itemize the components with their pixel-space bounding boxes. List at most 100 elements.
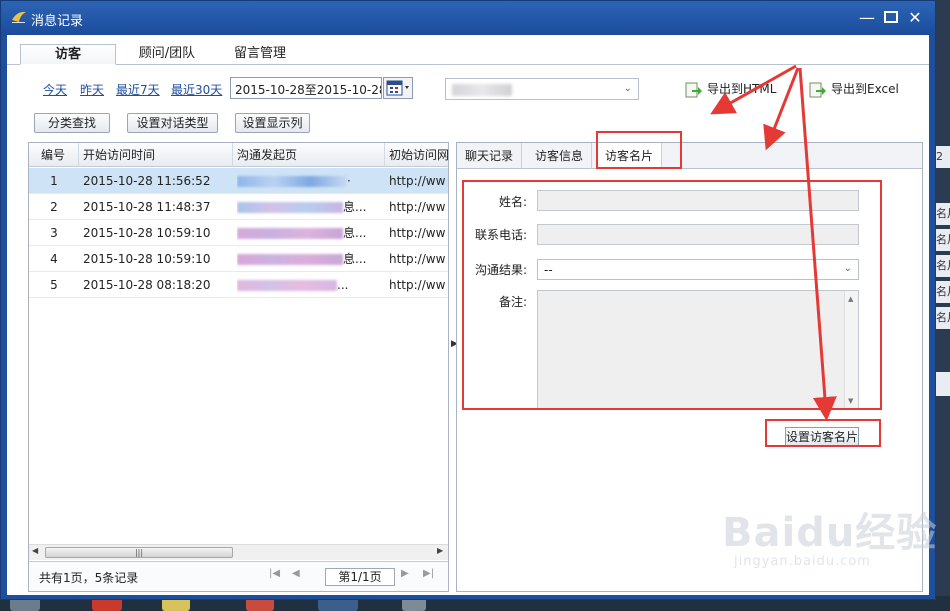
scroll-right-icon[interactable]: ▶ [437, 546, 443, 555]
cell-origin-page-tail: ... [337, 278, 349, 292]
cell-origin-page: ... [237, 272, 383, 298]
cell-origin-page: · [237, 168, 383, 194]
visitor-detail-panel: 聊天记录 访客信息 访客名片 姓名: 联系电话: 沟通结果: -- ⌄ 备注: … [456, 142, 923, 592]
vertical-scrollbar[interactable]: ▲ ▼ [844, 291, 858, 409]
tab-chat-record[interactable]: 聊天记录 [457, 143, 523, 169]
pagination-bar: 共有1页，5条记录 |◀ ◀ 第1/1页 ▶ ▶| [29, 561, 448, 591]
quick-range-yesterday[interactable]: 昨天 [80, 81, 104, 98]
export-html-label: 导出到HTML [707, 82, 777, 96]
result-select[interactable]: -- ⌄ [537, 259, 859, 280]
main-tab-strip: 访客 顾问/团队 留言管理 [7, 35, 929, 65]
cell-origin-page-tail: 息... [343, 252, 367, 266]
desktop-stub-item: 名片 [936, 307, 950, 329]
desktop-stub-item: 名片 [936, 281, 950, 303]
result-label: 沟通结果: [474, 263, 527, 277]
cell-time: 2015-10-28 10:59:10 [83, 226, 211, 240]
name-field[interactable] [537, 190, 859, 211]
close-icon[interactable]: ✕ [905, 10, 925, 28]
table-row[interactable]: 1 2015-10-28 11:56:52 · http://ww [29, 168, 448, 194]
page-indicator[interactable]: 第1/1页 [325, 568, 395, 586]
cell-no: 5 [50, 278, 58, 292]
scroll-down-icon[interactable]: ▼ [848, 397, 853, 405]
tab-visitor-info[interactable]: 访客信息 [527, 143, 593, 169]
scroll-left-icon[interactable]: ◀ [32, 546, 38, 555]
result-select-value: -- [544, 263, 553, 277]
desktop-stub-item: 名片 [936, 255, 950, 277]
cell-url: http://ww [389, 200, 446, 214]
set-visitor-card-button[interactable]: 设置访客名片 [785, 427, 859, 447]
cell-url: http://ww [389, 226, 446, 240]
quick-range-30days[interactable]: 最近30天 [171, 81, 222, 98]
column-header-origin-page[interactable]: 沟通发起页 [233, 143, 385, 167]
scroll-up-icon[interactable]: ▲ [848, 295, 853, 303]
date-range-input[interactable]: 2015-10-28至2015-10-28 [230, 77, 382, 99]
blurred-text [237, 280, 337, 291]
cell-no: 1 [50, 174, 58, 188]
record-summary: 共有1页，5条记录 [39, 571, 139, 585]
grid-header: 编号 开始访问时间 沟通发起页 初始访问网 [29, 143, 448, 167]
desktop-stub-item: 名片 [936, 203, 950, 225]
cell-time: 2015-10-28 11:56:52 [83, 174, 211, 188]
desktop-stub-field [936, 372, 950, 396]
chevron-down-icon: ⌄ [623, 83, 632, 94]
cell-no: 2 [50, 200, 58, 214]
quick-range-7days[interactable]: 最近7天 [116, 81, 160, 98]
cell-url: http://ww [389, 278, 446, 292]
next-page-icon[interactable]: ▶ [401, 568, 409, 579]
table-row[interactable]: 2 2015-10-28 11:48:37 息... http://ww [29, 194, 448, 220]
tab-message-management[interactable]: 留言管理 [225, 44, 295, 65]
window-client-area: 访客 顾问/团队 留言管理 今天 昨天 最近7天 最近30天 2015-10-2… [7, 35, 929, 595]
column-header-start-time[interactable]: 开始访问时间 [79, 143, 233, 167]
blurred-text [237, 228, 343, 239]
cell-no: 4 [50, 252, 58, 266]
blurred-text [237, 176, 347, 187]
phone-field[interactable] [537, 224, 859, 245]
cell-time: 2015-10-28 11:48:37 [83, 200, 211, 214]
export-icon [685, 81, 703, 99]
consultant-select[interactable]: ⌄ [445, 78, 639, 100]
phone-label: 联系电话: [474, 228, 527, 242]
name-label: 姓名: [498, 195, 527, 209]
app-logo-icon [12, 11, 26, 23]
cell-origin-page-tail: · [347, 174, 351, 188]
table-row[interactable]: 3 2015-10-28 10:59:10 息... http://ww [29, 220, 448, 246]
table-row[interactable]: 4 2015-10-28 10:59:10 息... http://ww [29, 246, 448, 272]
message-record-window: 消息记录 — ✕ 访客 顾问/团队 留言管理 今天 昨天 最近7天 最近30天 … [0, 0, 936, 600]
cell-origin-page: 息... [237, 220, 383, 246]
tab-consultant-team[interactable]: 顾问/团队 [125, 44, 209, 65]
minimize-icon[interactable]: — [857, 10, 877, 28]
set-dialog-type-button[interactable]: 设置对话类型 [127, 113, 218, 133]
export-excel-button[interactable]: 导出到Excel [809, 80, 899, 99]
note-label: 备注: [498, 295, 527, 309]
table-row[interactable]: 5 2015-10-28 08:18:20 ... http://ww [29, 272, 448, 298]
cell-url: http://ww [389, 252, 446, 266]
export-html-button[interactable]: 导出到HTML [685, 80, 776, 99]
prev-page-icon[interactable]: ◀ [292, 568, 300, 579]
column-header-initial-url[interactable]: 初始访问网 [385, 143, 448, 167]
set-columns-button[interactable]: 设置显示列 [235, 113, 310, 133]
column-header-no[interactable]: 编号 [29, 143, 79, 167]
blurred-text [237, 202, 343, 213]
title-bar[interactable]: 消息记录 — ✕ [1, 1, 935, 35]
blurred-text [237, 254, 343, 265]
last-page-icon[interactable]: ▶| [423, 568, 434, 579]
maximize-icon[interactable] [881, 10, 901, 28]
horizontal-scrollbar[interactable]: ◀ ||| ▶ [29, 544, 448, 560]
chevron-down-icon: ⌄ [843, 263, 852, 274]
calendar-picker-button[interactable] [383, 77, 413, 99]
export-excel-label: 导出到Excel [831, 82, 899, 96]
window-title: 消息记录 [31, 14, 84, 29]
classify-search-button[interactable]: 分类查找 [34, 113, 110, 133]
quick-range-today[interactable]: 今天 [43, 81, 67, 98]
cell-time: 2015-10-28 10:59:10 [83, 252, 211, 266]
scrollbar-thumb[interactable]: ||| [45, 547, 233, 558]
first-page-icon[interactable]: |◀ [269, 568, 280, 579]
visitor-grid: 编号 开始访问时间 沟通发起页 初始访问网 1 2015-10-28 11:56… [28, 142, 449, 592]
tab-visitor[interactable]: 访客 [20, 44, 116, 65]
cell-time: 2015-10-28 08:18:20 [83, 278, 211, 292]
note-textarea[interactable]: ▲ ▼ [537, 290, 859, 410]
cell-origin-page-tail: 息... [343, 200, 367, 214]
desktop-edge-right: 2 名片 名片 名片 名片 名片 [934, 0, 950, 611]
tab-visitor-card[interactable]: 访客名片 [597, 143, 663, 169]
cell-origin-page: 息... [237, 246, 383, 272]
